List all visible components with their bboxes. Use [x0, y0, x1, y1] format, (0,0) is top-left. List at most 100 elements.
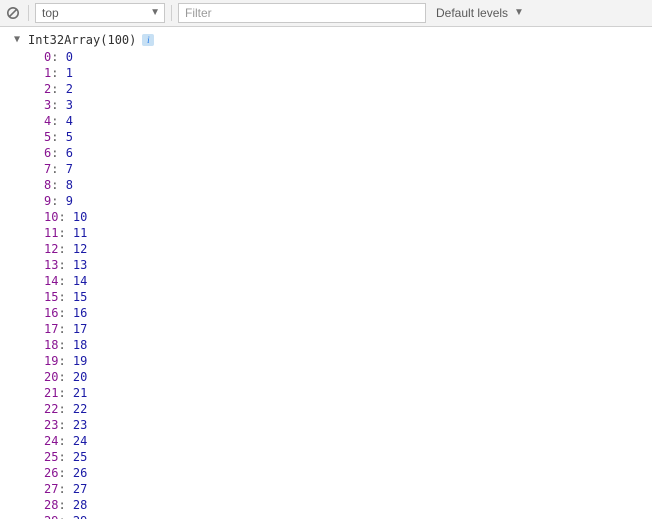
colon: : [58, 498, 72, 512]
entry-index: 23 [44, 418, 58, 432]
entry-value: 23 [73, 418, 87, 432]
entry-index: 29 [44, 514, 58, 519]
array-entry[interactable]: 9: 9 [44, 193, 652, 209]
array-entry[interactable]: 18: 18 [44, 337, 652, 353]
colon: : [51, 66, 65, 80]
array-entry[interactable]: 3: 3 [44, 97, 652, 113]
filter-input[interactable] [178, 3, 426, 23]
entry-value: 15 [73, 290, 87, 304]
entry-value: 5 [66, 130, 73, 144]
colon: : [58, 482, 72, 496]
colon: : [51, 82, 65, 96]
colon: : [51, 178, 65, 192]
object-header[interactable]: ▼ Int32Array(100) i [0, 31, 652, 49]
entry-index: 13 [44, 258, 58, 272]
entry-index: 24 [44, 434, 58, 448]
colon: : [58, 514, 72, 519]
console-output: ▼ Int32Array(100) i 0: 01: 12: 23: 34: 4… [0, 27, 652, 519]
chevron-down-icon: ▼ [150, 8, 160, 18]
toolbar-separator [171, 5, 172, 21]
array-entry[interactable]: 12: 12 [44, 241, 652, 257]
entry-value: 3 [66, 98, 73, 112]
disclosure-triangle-icon[interactable]: ▼ [14, 32, 24, 48]
console-toolbar: top ▼ Default levels ▼ [0, 0, 652, 27]
array-entry[interactable]: 27: 27 [44, 481, 652, 497]
array-entry[interactable]: 29: 29 [44, 513, 652, 519]
entry-index: 27 [44, 482, 58, 496]
colon: : [51, 146, 65, 160]
entry-value: 4 [66, 114, 73, 128]
entry-value: 11 [73, 226, 87, 240]
chevron-down-icon: ▼ [514, 8, 524, 18]
array-entry[interactable]: 22: 22 [44, 401, 652, 417]
entry-index: 16 [44, 306, 58, 320]
entry-value: 21 [73, 386, 87, 400]
clear-console-icon[interactable] [4, 4, 22, 22]
colon: : [58, 242, 72, 256]
entry-index: 26 [44, 466, 58, 480]
colon: : [51, 114, 65, 128]
colon: : [51, 162, 65, 176]
array-entry[interactable]: 14: 14 [44, 273, 652, 289]
entry-index: 18 [44, 338, 58, 352]
entry-index: 14 [44, 274, 58, 288]
array-entry[interactable]: 8: 8 [44, 177, 652, 193]
array-entry[interactable]: 23: 23 [44, 417, 652, 433]
entry-index: 20 [44, 370, 58, 384]
array-entry[interactable]: 10: 10 [44, 209, 652, 225]
colon: : [58, 226, 72, 240]
array-entry[interactable]: 7: 7 [44, 161, 652, 177]
entry-index: 25 [44, 450, 58, 464]
entry-index: 12 [44, 242, 58, 256]
array-entry[interactable]: 11: 11 [44, 225, 652, 241]
array-entry[interactable]: 20: 20 [44, 369, 652, 385]
entry-value: 16 [73, 306, 87, 320]
entry-value: 25 [73, 450, 87, 464]
entry-value: 17 [73, 322, 87, 336]
entry-value: 7 [66, 162, 73, 176]
array-entry[interactable]: 21: 21 [44, 385, 652, 401]
array-entry[interactable]: 16: 16 [44, 305, 652, 321]
entry-index: 17 [44, 322, 58, 336]
constructor-name: Int32Array [28, 33, 100, 47]
array-entry[interactable]: 13: 13 [44, 257, 652, 273]
array-entry[interactable]: 26: 26 [44, 465, 652, 481]
entry-value: 19 [73, 354, 87, 368]
array-entry[interactable]: 17: 17 [44, 321, 652, 337]
colon: : [58, 274, 72, 288]
log-levels-selector[interactable]: Default levels ▼ [430, 3, 528, 23]
array-entry[interactable]: 4: 4 [44, 113, 652, 129]
entry-value: 28 [73, 498, 87, 512]
info-icon[interactable]: i [142, 34, 154, 46]
entry-index: 19 [44, 354, 58, 368]
context-label: top [42, 6, 59, 20]
entry-value: 29 [73, 514, 87, 519]
array-entry[interactable]: 6: 6 [44, 145, 652, 161]
array-entry[interactable]: 24: 24 [44, 433, 652, 449]
array-entry[interactable]: 5: 5 [44, 129, 652, 145]
colon: : [58, 258, 72, 272]
entry-value: 27 [73, 482, 87, 496]
entry-value: 14 [73, 274, 87, 288]
entry-value: 13 [73, 258, 87, 272]
array-entry[interactable]: 2: 2 [44, 81, 652, 97]
entry-value: 0 [66, 50, 73, 64]
execution-context-selector[interactable]: top ▼ [35, 3, 165, 23]
levels-label: Default levels [436, 6, 508, 20]
array-entry[interactable]: 15: 15 [44, 289, 652, 305]
colon: : [58, 210, 72, 224]
entry-value: 9 [66, 194, 73, 208]
array-entry[interactable]: 1: 1 [44, 65, 652, 81]
array-entry[interactable]: 0: 0 [44, 49, 652, 65]
colon: : [51, 50, 65, 64]
colon: : [51, 130, 65, 144]
colon: : [58, 370, 72, 384]
colon: : [58, 450, 72, 464]
colon: : [51, 98, 65, 112]
entry-value: 1 [66, 66, 73, 80]
array-entry[interactable]: 19: 19 [44, 353, 652, 369]
array-entry[interactable]: 28: 28 [44, 497, 652, 513]
colon: : [58, 434, 72, 448]
array-entry[interactable]: 25: 25 [44, 449, 652, 465]
toolbar-separator [28, 5, 29, 21]
